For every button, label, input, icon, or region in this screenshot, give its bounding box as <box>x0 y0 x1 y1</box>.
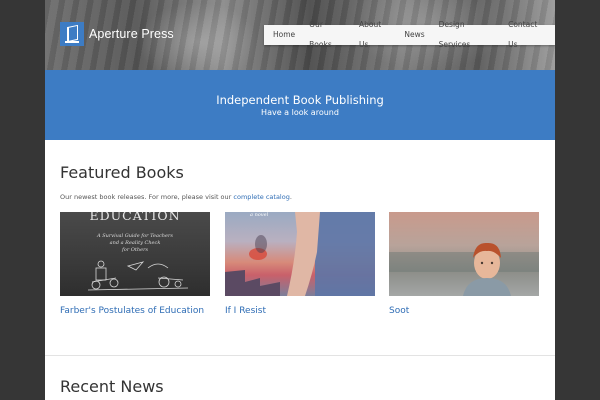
main-nav: Home Our Books About Us News Design Serv… <box>264 20 555 49</box>
cover-artwork <box>389 242 539 296</box>
featured-books-heading: Featured Books <box>60 163 184 182</box>
banner-subtitle: Have a look around <box>261 108 339 117</box>
intro-text: Our newest book releases. For more, plea… <box>60 193 232 201</box>
cover-subtitle-line: A Survival Guide for Teachers <box>97 233 173 239</box>
nav-item-contact-us[interactable]: Contact Us <box>501 15 553 55</box>
chalk-sketch-icon <box>88 260 188 291</box>
book-title-link[interactable]: Farber's Postulates of Education <box>60 306 210 316</box>
cover-heading: EDUCATION <box>89 212 181 223</box>
section-divider <box>45 355 555 356</box>
banner-title: Independent Book Publishing <box>216 93 384 107</box>
page: Aperture Press Home Our Books About Us N… <box>45 0 555 400</box>
site-header: Aperture Press Home Our Books About Us N… <box>45 0 555 70</box>
cover-subtitle-line: for Others <box>121 247 149 253</box>
book-cover-image[interactable] <box>389 212 539 296</box>
nav-item-our-books[interactable]: Our Books <box>302 15 352 55</box>
cover-subtitle-line: and a Reality Check <box>109 240 161 246</box>
complete-catalog-link[interactable]: complete catalog <box>233 193 289 201</box>
book-card: EDUCATION A Survival Guide for Teachers … <box>60 212 210 316</box>
cover-caption: a novel <box>250 212 269 218</box>
book-title-link[interactable]: Soot <box>389 306 539 316</box>
book-title-link[interactable]: If I Resist <box>225 306 375 316</box>
nav-item-about-us[interactable]: About Us <box>352 15 397 55</box>
cover-artwork <box>225 212 375 296</box>
featured-intro: Our newest book releases. For more, plea… <box>60 193 292 201</box>
nav-item-news[interactable]: News <box>397 25 431 45</box>
book-logo-icon <box>60 22 84 46</box>
intro-end: . <box>289 193 292 201</box>
book-card: a novel If I Resist <box>225 212 375 316</box>
book-cover-image[interactable]: a novel <box>225 212 375 296</box>
cover-subtitle: A Survival Guide for Teachers and a Real… <box>60 233 210 254</box>
hero-banner: Independent Book Publishing Have a look … <box>45 70 555 140</box>
recent-news-heading: Recent News <box>60 377 164 396</box>
site-name: Aperture Press <box>89 27 174 41</box>
nav-item-home[interactable]: Home <box>266 25 302 45</box>
book-card: Soot <box>389 212 539 316</box>
nav-item-design-services[interactable]: Design Services <box>432 15 501 55</box>
book-cover-image[interactable]: EDUCATION A Survival Guide for Teachers … <box>60 212 210 296</box>
site-logo[interactable]: Aperture Press <box>60 22 174 46</box>
